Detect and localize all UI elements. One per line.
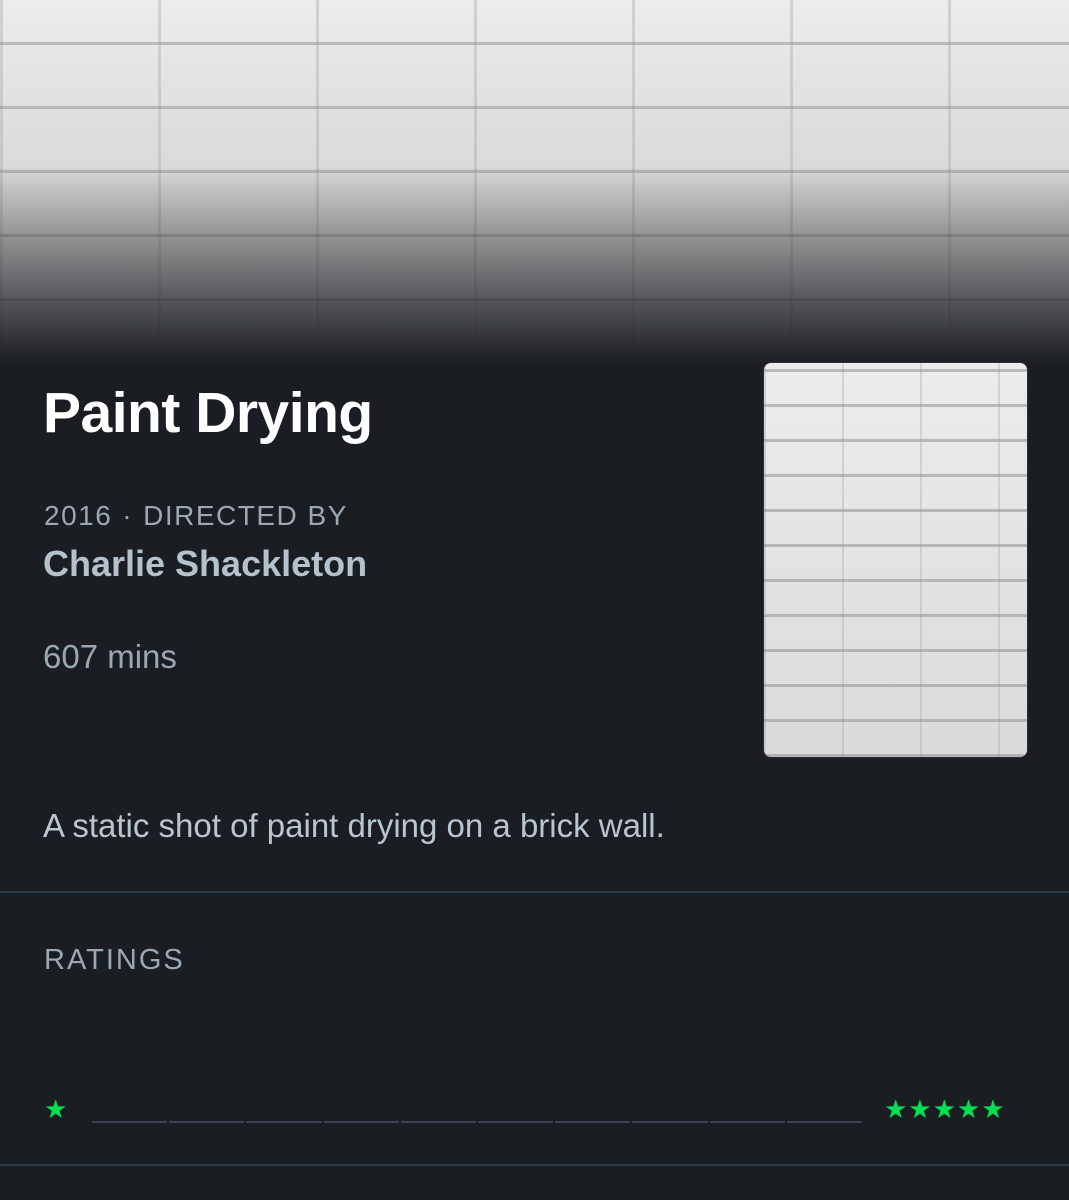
histogram-bar[interactable] bbox=[555, 1121, 631, 1123]
histogram-bar[interactable] bbox=[323, 1121, 399, 1123]
film-title: Paint Drying bbox=[43, 381, 373, 445]
film-synopsis: A static shot of paint drying on a brick… bbox=[43, 807, 665, 844]
film-meta: 2016 · DIRECTED BY bbox=[44, 500, 348, 532]
director-link[interactable]: Charlie Shackleton bbox=[43, 543, 367, 585]
ratings-heading: RATINGS bbox=[44, 944, 185, 976]
divider bbox=[0, 1164, 1069, 1166]
histogram-bar[interactable] bbox=[478, 1121, 554, 1123]
histogram-bar[interactable] bbox=[400, 1121, 477, 1123]
backdrop-image bbox=[0, 0, 1069, 365]
ratings-histogram[interactable] bbox=[92, 1120, 863, 1124]
meta-separator: · bbox=[122, 500, 134, 531]
divider bbox=[0, 891, 1069, 893]
poster-image[interactable] bbox=[764, 363, 1027, 757]
histogram-bar[interactable] bbox=[169, 1121, 245, 1123]
histogram-bar[interactable] bbox=[92, 1121, 168, 1123]
directed-by-label: DIRECTED BY bbox=[143, 500, 348, 531]
histogram-bar[interactable] bbox=[786, 1121, 863, 1123]
histogram-bar[interactable] bbox=[632, 1121, 708, 1123]
one-star-icon: ★ bbox=[44, 1094, 68, 1124]
histogram-bar[interactable] bbox=[709, 1121, 785, 1123]
five-stars-icon: ★★★★★ bbox=[884, 1094, 1006, 1124]
histogram-bar[interactable] bbox=[246, 1121, 322, 1123]
runtime: 607 mins bbox=[43, 638, 177, 675]
release-year[interactable]: 2016 bbox=[44, 500, 112, 531]
